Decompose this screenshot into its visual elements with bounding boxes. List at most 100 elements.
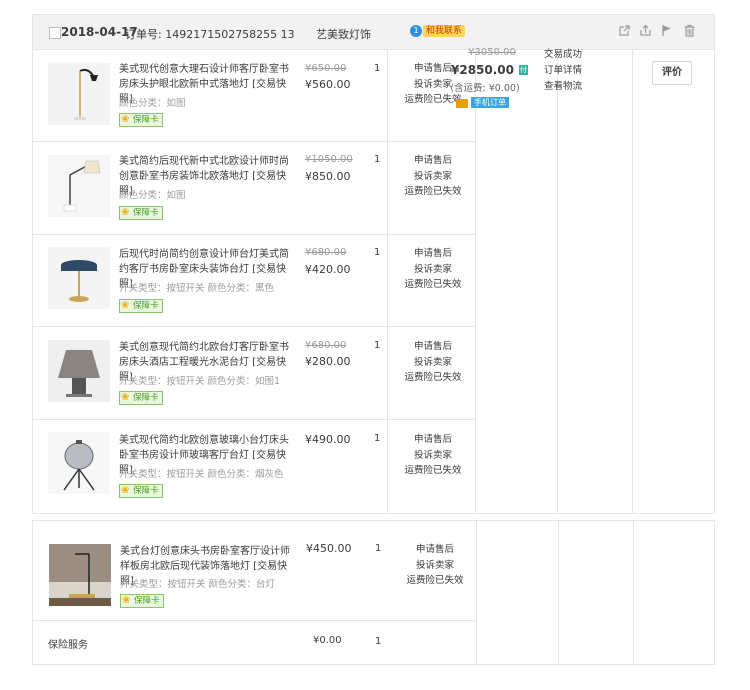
column-divider bbox=[387, 49, 388, 513]
guarantee-icon: ❀ bbox=[122, 595, 131, 606]
payment-icon: 付 bbox=[519, 65, 528, 75]
column-divider bbox=[557, 49, 558, 513]
column-divider bbox=[632, 49, 633, 513]
shop-name-link[interactable]: 艺美致灯饰 bbox=[316, 26, 371, 42]
wangwang-icon[interactable]: 1 bbox=[410, 25, 422, 37]
badge-label: 保障卡 bbox=[133, 301, 159, 311]
unit-price: ¥490.00 bbox=[305, 433, 351, 446]
shipping-insurance-status: 运费险已失效 bbox=[406, 575, 464, 586]
contact-seller-button[interactable]: 和我联系 bbox=[423, 25, 466, 37]
original-price: ¥680.00 bbox=[305, 340, 347, 351]
service-links: 申请售后 投诉卖家 运费险已失效 bbox=[393, 339, 473, 386]
unit-price: ¥420.00 bbox=[305, 263, 351, 276]
product-thumbnail[interactable] bbox=[49, 544, 111, 606]
badge-label: 保障卡 bbox=[133, 208, 159, 218]
unit-price: ¥450.00 bbox=[306, 542, 352, 555]
product-thumbnail[interactable] bbox=[48, 247, 110, 309]
badge-label: 保障卡 bbox=[133, 486, 159, 496]
product-thumbnail[interactable] bbox=[48, 340, 110, 402]
order-header: 2018-04-17 订单号: 1492171502758255 13 艺美致灯… bbox=[33, 15, 714, 50]
guarantee-icon: ❀ bbox=[121, 114, 130, 125]
apply-after-sale-link[interactable]: 申请售后 bbox=[393, 339, 473, 355]
shipping-insurance-status: 运费险已失效 bbox=[404, 186, 462, 197]
column-divider bbox=[475, 49, 476, 513]
view-logistics-link[interactable]: 查看物流 bbox=[528, 79, 598, 95]
apply-after-sale-link[interactable]: 申请售后 bbox=[393, 432, 473, 448]
row-divider bbox=[33, 234, 475, 235]
complain-seller-link[interactable]: 投诉卖家 bbox=[393, 169, 473, 185]
guarantee-card-badge[interactable]: ❀ 保障卡 bbox=[119, 299, 163, 313]
flag-icon[interactable] bbox=[660, 24, 673, 40]
mobile-order-tag: 手机订单 bbox=[471, 97, 509, 108]
guarantee-icon: ❀ bbox=[121, 485, 130, 496]
complain-seller-link[interactable]: 投诉卖家 bbox=[393, 355, 473, 371]
unit-price: ¥850.00 bbox=[305, 170, 351, 183]
product-sku: 开关类型：按钮开关 颜色分类：台灯 bbox=[120, 579, 276, 590]
guarantee-card-badge[interactable]: ❀ 保障卡 bbox=[119, 113, 163, 127]
order-total: ¥2850.00 bbox=[451, 63, 515, 77]
guarantee-icon: ❀ bbox=[121, 392, 130, 403]
order-original-total: ¥3050.00 bbox=[468, 47, 516, 58]
order-status-links: 交易成功 订单详情 查看物流 bbox=[528, 47, 598, 95]
service-links: 申请售后 投诉卖家 运费险已失效 bbox=[393, 153, 473, 200]
insurance-quantity: 1 bbox=[375, 636, 382, 647]
original-price: ¥680.00 bbox=[305, 247, 347, 258]
share-icon[interactable] bbox=[618, 24, 631, 40]
order-number: 订单号: 1492171502758255 13 bbox=[125, 28, 295, 41]
quantity: 1 bbox=[374, 154, 381, 165]
order-checkbox[interactable] bbox=[49, 27, 61, 39]
original-price: ¥1050.00 bbox=[305, 154, 353, 165]
unit-price: ¥280.00 bbox=[305, 355, 351, 368]
guarantee-icon: ❀ bbox=[121, 300, 130, 311]
row-divider bbox=[33, 326, 475, 327]
guarantee-card-badge[interactable]: ❀ 保障卡 bbox=[119, 484, 163, 498]
column-divider bbox=[558, 520, 559, 664]
service-links: 申请售后 投诉卖家 运费险已失效 bbox=[393, 246, 473, 293]
shipping-insurance-status: 运费险已失效 bbox=[404, 279, 462, 290]
guarantee-card-badge[interactable]: ❀ 保障卡 bbox=[119, 391, 163, 405]
column-divider bbox=[633, 520, 634, 664]
guarantee-card-badge[interactable]: ❀ 保障卡 bbox=[119, 206, 163, 220]
quantity: 1 bbox=[374, 340, 381, 351]
trash-icon[interactable] bbox=[683, 24, 696, 40]
trade-success-status: 交易成功 bbox=[543, 49, 582, 60]
service-links: 申请售后 投诉卖家 运费险已失效 bbox=[395, 542, 475, 589]
complain-seller-link[interactable]: 投诉卖家 bbox=[393, 262, 473, 278]
product-sku: 开关类型：按钮开关 颜色分类：如图1 bbox=[119, 376, 281, 387]
badge-label: 保障卡 bbox=[133, 115, 159, 125]
concrete-lamp-image bbox=[48, 340, 110, 402]
badge-label: 保障卡 bbox=[133, 393, 159, 403]
apply-after-sale-link[interactable]: 申请售后 bbox=[393, 153, 473, 169]
arc-lamp-image bbox=[48, 155, 110, 217]
rate-button[interactable]: 评价 bbox=[652, 61, 692, 85]
product-sku: 颜色分类：如图 bbox=[119, 190, 186, 201]
shipping-insurance-status: 运费险已失效 bbox=[404, 372, 462, 383]
product-thumbnail[interactable] bbox=[48, 155, 110, 217]
product-thumbnail[interactable] bbox=[48, 432, 110, 494]
badge-label: 保障卡 bbox=[134, 596, 160, 606]
upload-icon[interactable] bbox=[639, 24, 652, 40]
service-links: 申请售后 投诉卖家 运费险已失效 bbox=[393, 432, 473, 479]
complain-seller-link[interactable]: 投诉卖家 bbox=[393, 448, 473, 464]
product-sku: 开关类型：按钮开关 颜色分类：黑色 bbox=[119, 283, 275, 294]
complain-seller-link[interactable]: 投诉卖家 bbox=[395, 558, 475, 574]
row-divider bbox=[33, 620, 476, 621]
apply-after-sale-link[interactable]: 申请售后 bbox=[393, 246, 473, 262]
apply-after-sale-link[interactable]: 申请售后 bbox=[395, 542, 475, 558]
table-lamp-image bbox=[48, 247, 110, 309]
shipping-insurance-status: 运费险已失效 bbox=[404, 465, 462, 476]
row-divider bbox=[33, 419, 475, 420]
row-divider bbox=[33, 141, 475, 142]
quantity: 1 bbox=[374, 247, 381, 258]
shipping-fee: (含运费: ¥0.00) bbox=[450, 83, 520, 94]
original-price: ¥650.00 bbox=[305, 63, 347, 74]
quantity: 1 bbox=[375, 543, 382, 554]
column-divider bbox=[476, 520, 477, 664]
floor-lamp-image bbox=[48, 63, 110, 125]
quantity: 1 bbox=[374, 63, 381, 74]
order-detail-link[interactable]: 订单详情 bbox=[528, 63, 598, 79]
order-card-continued bbox=[32, 520, 715, 665]
product-sku: 颜色分类：如图 bbox=[119, 98, 186, 109]
product-thumbnail[interactable] bbox=[48, 63, 110, 125]
guarantee-card-badge[interactable]: ❀ 保障卡 bbox=[120, 594, 164, 608]
